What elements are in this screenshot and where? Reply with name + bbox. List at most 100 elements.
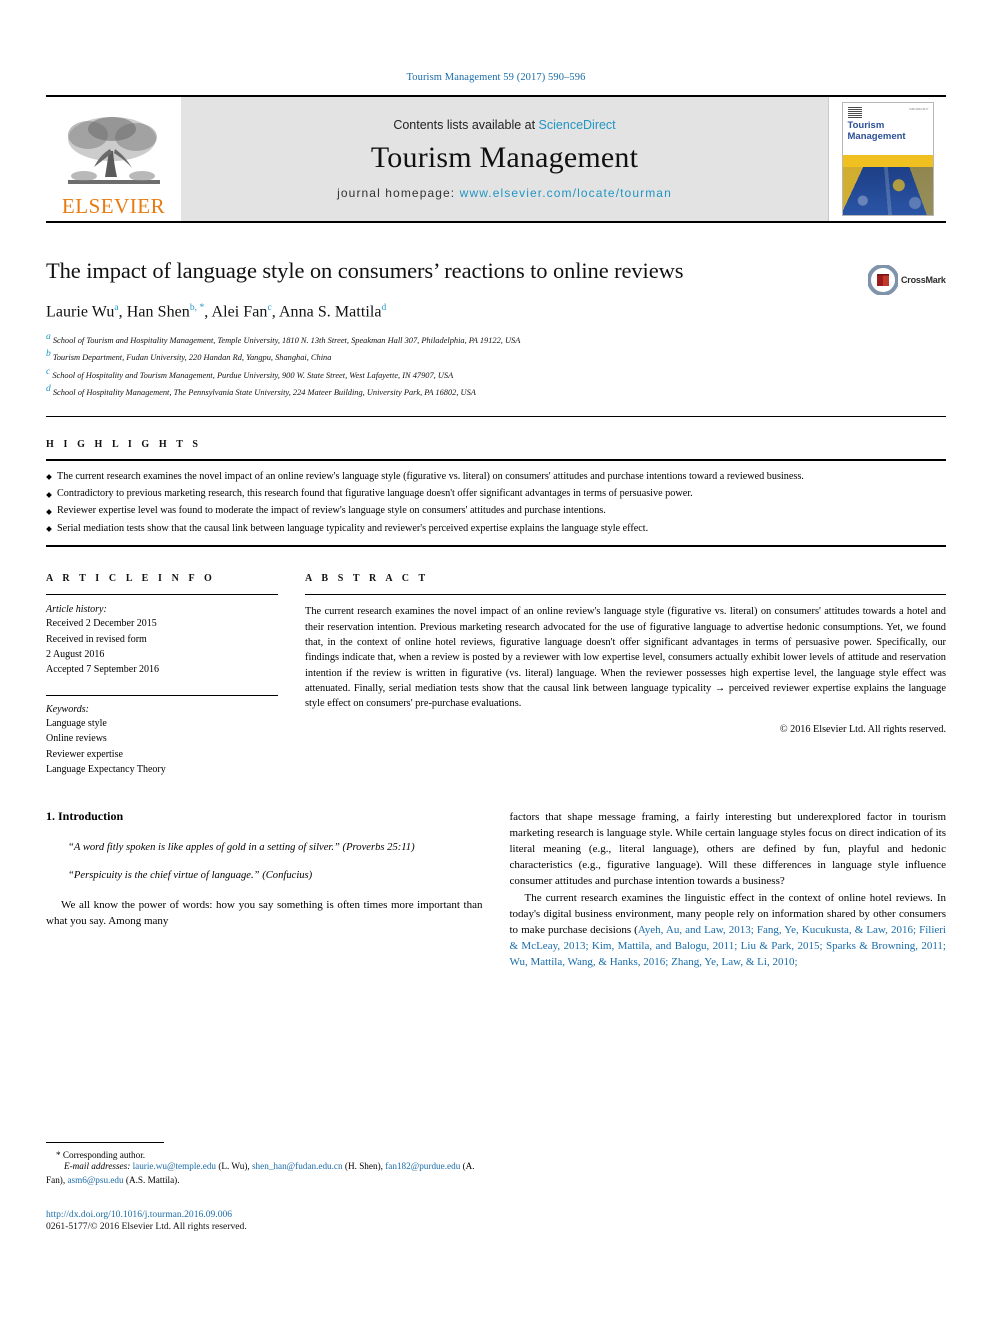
- abstract-heading: A B S T R A C T: [305, 573, 429, 585]
- email-link[interactable]: shen_han@fudan.edu.cn: [252, 1161, 343, 1171]
- author-affil-marker: c: [267, 302, 272, 313]
- author-affil-marker: a: [114, 302, 119, 313]
- email-addresses-label: E-mail addresses:: [64, 1161, 131, 1171]
- email-addresses-line: E-mail addresses: laurie.wu@temple.edu (…: [46, 1160, 476, 1188]
- epigraph-quote: “Perspicuity is the chief virtue of lang…: [68, 870, 313, 882]
- crossmark-icon: [868, 265, 898, 295]
- cover-elsevier-icon: [847, 107, 862, 118]
- keyword-item: Language Expectancy Theory: [46, 763, 166, 775]
- journal-cover: ISSN 0261-5177 Tourism Management: [828, 97, 946, 221]
- abstract-copyright: © 2016 Elsevier Ltd. All rights reserved…: [779, 723, 946, 735]
- body-left-column: 1. Introduction “A word fitly spoken is …: [46, 809, 483, 971]
- affiliation-text: School of Tourism and Hospitality Manage…: [52, 335, 521, 345]
- cover-title-line2: Management: [847, 130, 906, 142]
- keywords-label: Keywords:: [46, 704, 89, 716]
- highlight-item: Serial mediation tests show that the cau…: [46, 522, 946, 536]
- section-heading-introduction: 1. Introduction: [46, 808, 124, 823]
- email-link[interactable]: laurie.wu@temple.edu: [133, 1161, 216, 1171]
- affiliation-item: d School of Hospitality Management, The …: [46, 382, 946, 399]
- title-block: The impact of language style on consumer…: [46, 257, 946, 400]
- affiliation-item: a School of Tourism and Hospitality Mana…: [46, 330, 946, 347]
- affiliation-list: a School of Tourism and Hospitality Mana…: [46, 330, 946, 400]
- crossmark-badge[interactable]: CrossMark: [868, 259, 946, 301]
- footnote-block: * Corresponding author. E-mail addresses…: [46, 1142, 476, 1232]
- page: Tourism Management 59 (2017) 590–596 ELS…: [0, 0, 992, 1323]
- keyword-item: Online reviews: [46, 733, 107, 745]
- sciencedirect-link[interactable]: ScienceDirect: [539, 118, 616, 132]
- author-affil-marker: b, *: [189, 302, 205, 313]
- affiliation-text: School of Hospitality Management, The Pe…: [52, 387, 476, 397]
- highlights-section: H I G H L I G H T S The current research…: [46, 439, 946, 548]
- article-history-line: Accepted 7 September 2016: [46, 664, 160, 676]
- doi-block: http://dx.doi.org/10.1016/j.tourman.2016…: [46, 1209, 476, 1232]
- author-list: Laurie Wua, Han Shenb, *, Alei Fanc, Ann…: [46, 302, 387, 320]
- affiliation-text: School of Hospitality and Tourism Manage…: [52, 370, 454, 380]
- doi-link[interactable]: http://dx.doi.org/10.1016/j.tourman.2016…: [46, 1209, 476, 1220]
- body-paragraph: We all know the power of words: how you …: [46, 898, 483, 927]
- divider: [46, 458, 946, 461]
- footnote-divider: [46, 1142, 164, 1143]
- divider: [305, 594, 946, 596]
- cover-top: ISSN 0261-5177 Tourism Management: [842, 103, 933, 155]
- elsevier-logo: ELSEVIER: [46, 97, 181, 221]
- divider: [46, 545, 946, 548]
- highlight-item: Reviewer expertise level was found to mo…: [46, 504, 946, 518]
- divider: [46, 415, 946, 417]
- epigraph-quote: “A word fitly spoken is like apples of g…: [68, 841, 415, 853]
- highlight-item: Contradictory to previous marketing rese…: [46, 487, 946, 501]
- homepage-line: journal homepage: www.elsevier.com/locat…: [337, 186, 672, 200]
- author-name: Han Shen: [126, 302, 190, 320]
- info-abstract-row: A R T I C L E I N F O Article history: R…: [46, 573, 946, 777]
- highlights-list: The current research examines the novel …: [46, 470, 946, 537]
- email-link[interactable]: fan182@purdue.edu: [385, 1161, 460, 1171]
- affiliation-item: c School of Hospitality and Tourism Mana…: [46, 365, 946, 382]
- highlight-item: The current research examines the novel …: [46, 470, 946, 484]
- author-name: Alei Fan: [211, 302, 268, 320]
- author-name: Laurie Wu: [46, 302, 115, 320]
- article-history-line: 2 August 2016: [46, 648, 105, 660]
- affiliation-marker: a: [46, 331, 51, 342]
- body-columns: 1. Introduction “A word fitly spoken is …: [46, 809, 946, 971]
- author-name: Anna S. Mattila: [278, 302, 382, 320]
- crossmark-label: CrossMark: [901, 275, 946, 285]
- article-history-line: Received 2 December 2015: [46, 618, 157, 630]
- homepage-prefix: journal homepage:: [337, 186, 460, 200]
- body-paragraph: factors that shape message framing, a fa…: [509, 810, 947, 888]
- highlights-heading: H I G H L I G H T S: [46, 438, 202, 450]
- contents-line: Contents lists available at ScienceDirec…: [393, 118, 615, 132]
- divider: [46, 695, 278, 697]
- cover-journal-title: Tourism Management: [847, 120, 928, 142]
- keyword-item: Language style: [46, 718, 107, 730]
- abstract-text: The current research examines the novel …: [305, 606, 946, 710]
- running-head: Tourism Management 59 (2017) 590–596: [406, 72, 586, 83]
- elsevier-tree-icon: [67, 117, 160, 184]
- cover-yellow-band: [842, 154, 933, 167]
- cover-corner-text: ISSN 0261-5177: [909, 108, 929, 111]
- email-link[interactable]: asm6@psu.edu: [67, 1175, 123, 1185]
- issn-copyright-line: 0261-5177/© 2016 Elsevier Ltd. All right…: [46, 1220, 247, 1232]
- article-info-column: A R T I C L E I N F O Article history: R…: [46, 573, 278, 777]
- affiliation-marker: b: [46, 349, 51, 360]
- journal-title: Tourism Management: [370, 141, 639, 174]
- contents-prefix: Contents lists available at: [393, 118, 539, 132]
- elsevier-wordmark: ELSEVIER: [61, 194, 166, 218]
- cover-photo-collage: [842, 166, 933, 215]
- author-affil-marker: d: [381, 302, 387, 313]
- keyword-item: Reviewer expertise: [46, 748, 123, 760]
- affiliation-item: b Tourism Department, Fudan University, …: [46, 347, 946, 364]
- affiliation-marker: c: [46, 366, 51, 377]
- email-owner: (H. Shen),: [344, 1161, 383, 1171]
- divider: [46, 594, 278, 596]
- journal-masthead: ELSEVIER Contents lists available at Sci…: [46, 95, 946, 223]
- article-info-heading: A R T I C L E I N F O: [46, 573, 216, 585]
- abstract-column: A B S T R A C T The current research exa…: [305, 573, 946, 777]
- article-history-label: Article history:: [46, 604, 107, 616]
- corresponding-author-note: * Corresponding author.: [56, 1150, 146, 1160]
- body-right-column: factors that shape message framing, a fa…: [510, 809, 947, 971]
- journal-cover-image: ISSN 0261-5177 Tourism Management: [841, 102, 934, 216]
- email-owner: (A.S. Mattila).: [125, 1174, 180, 1185]
- homepage-url-link[interactable]: www.elsevier.com/locate/tourman: [460, 186, 672, 200]
- article-history-line: Received in revised form: [46, 633, 147, 645]
- affiliation-marker: d: [46, 384, 51, 395]
- masthead-center: Contents lists available at ScienceDirec…: [181, 97, 828, 221]
